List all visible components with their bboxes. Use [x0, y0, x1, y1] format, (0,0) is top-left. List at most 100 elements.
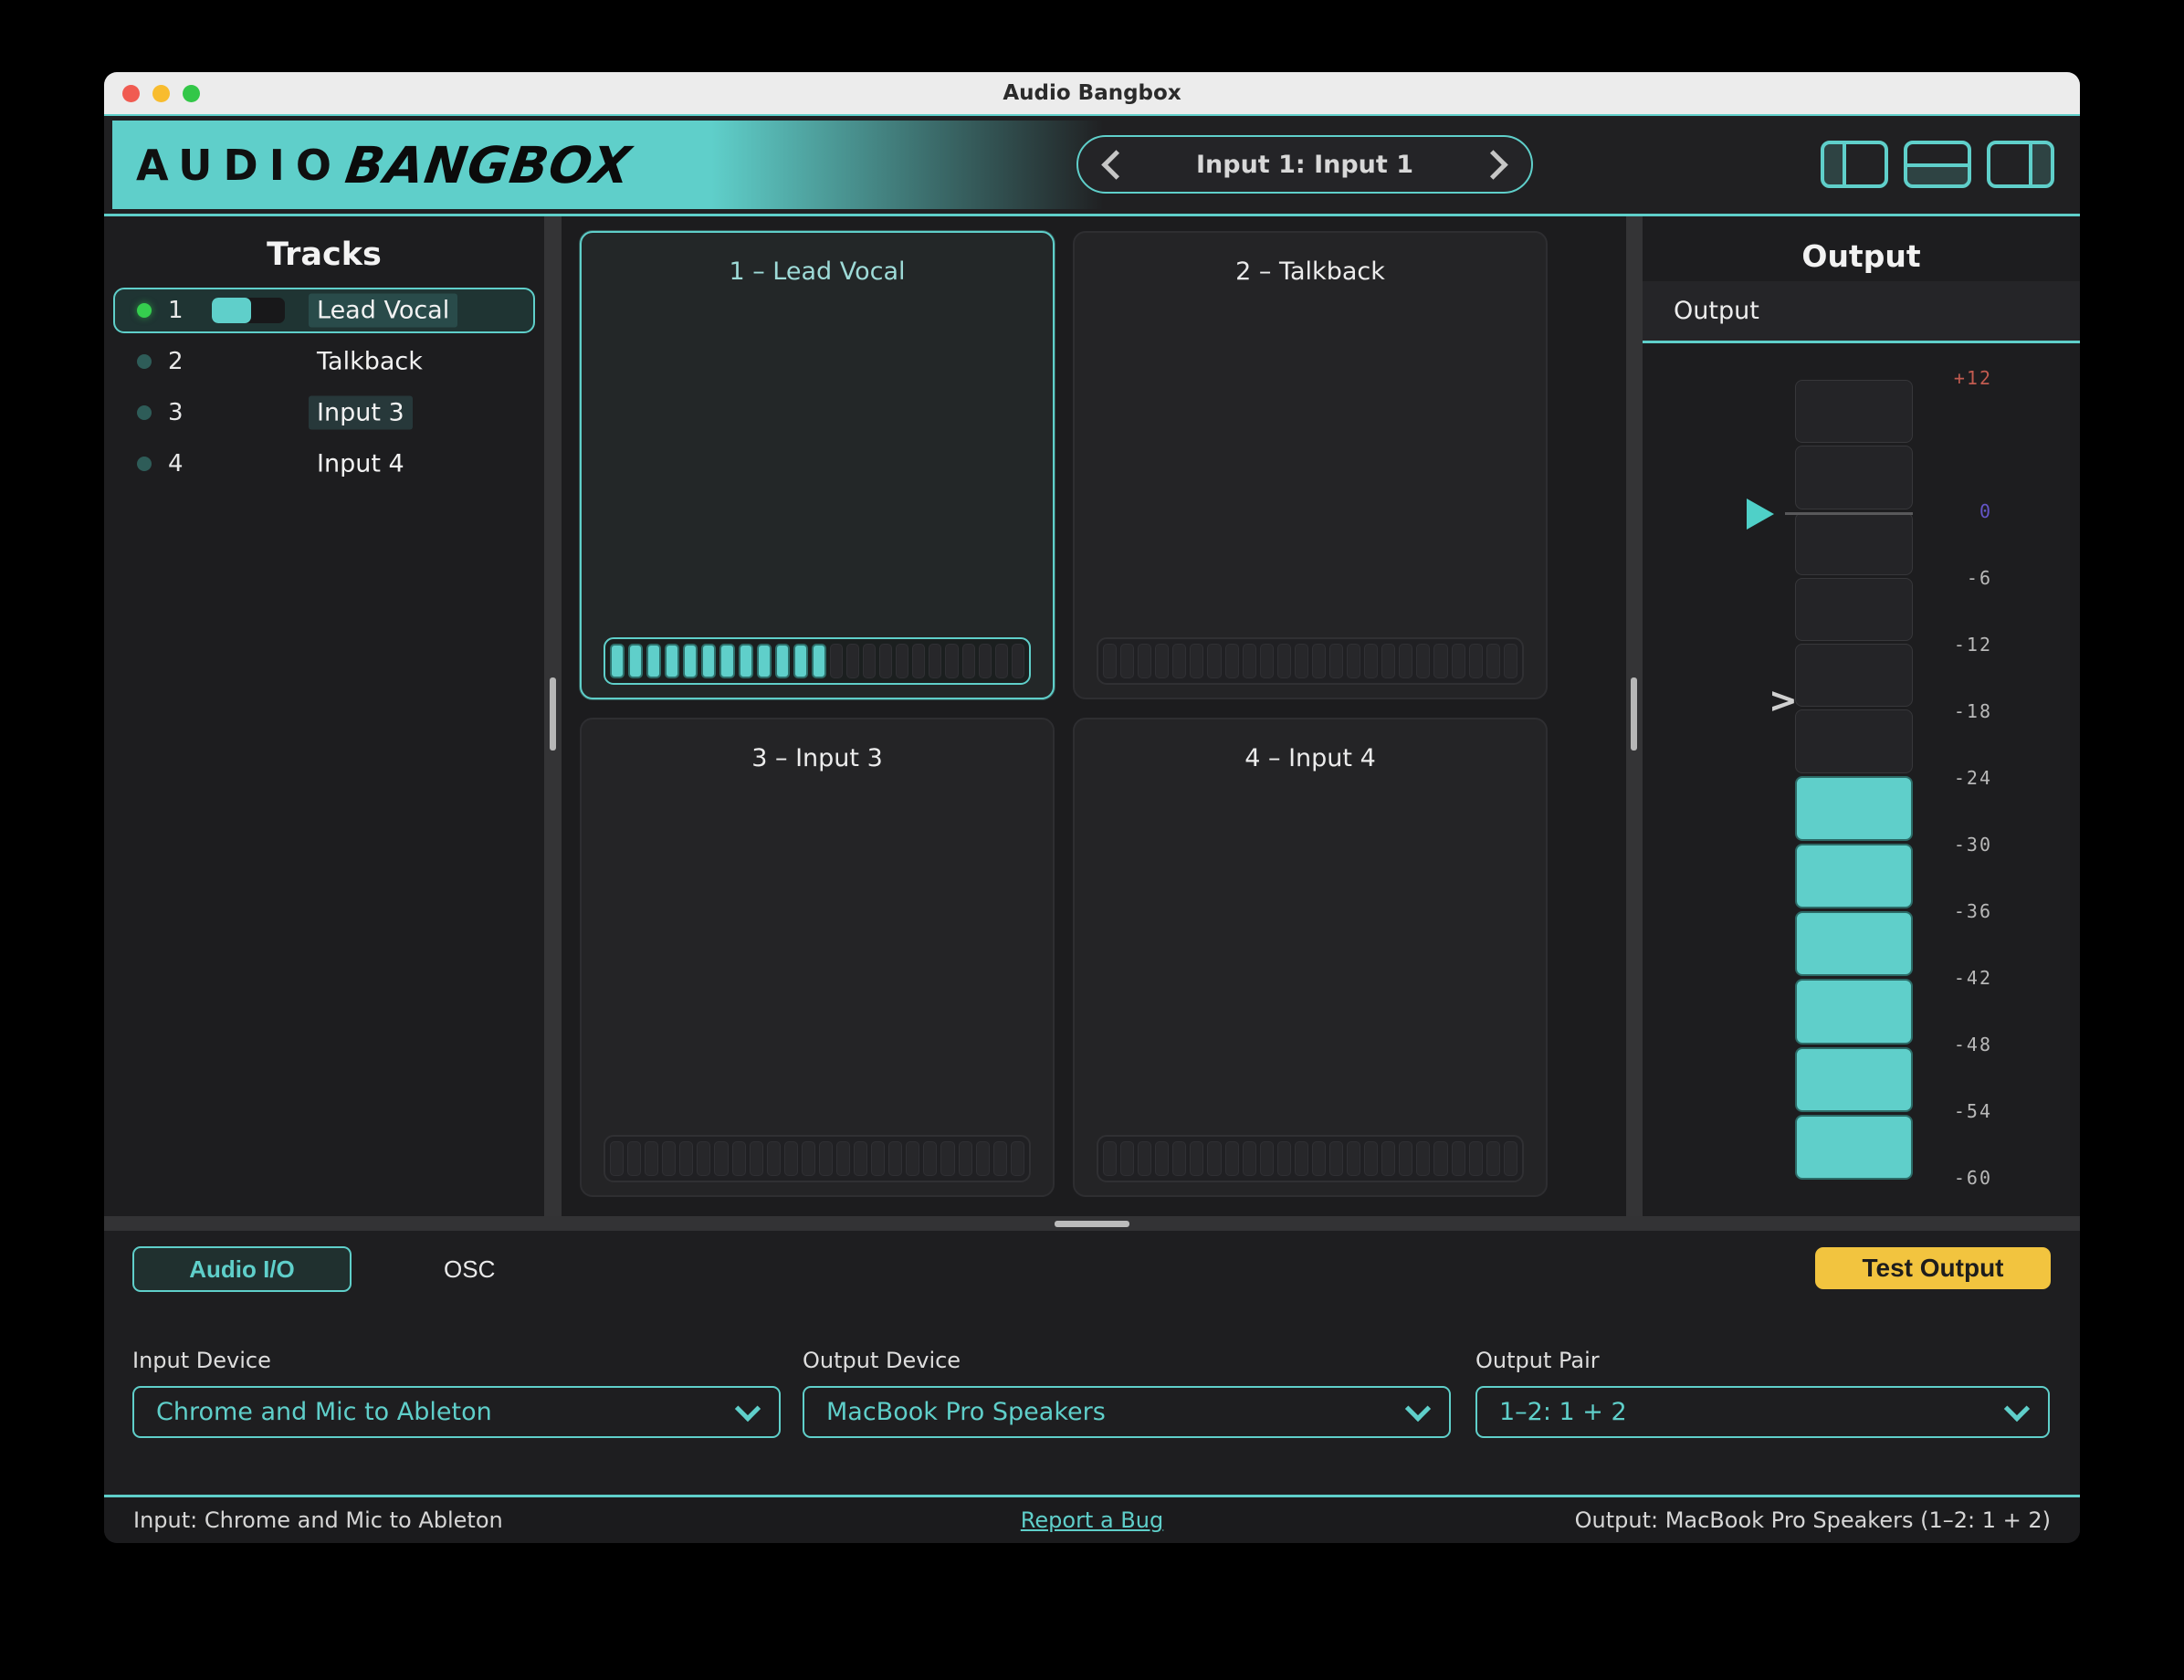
track-indicator[interactable]: [137, 457, 152, 471]
output-meter-segment: [1795, 380, 1913, 443]
icon-divider: [2029, 144, 2032, 184]
meter-segment: [888, 1141, 902, 1176]
status-bar: Input: Chrome and Mic to Ableton Report …: [104, 1495, 2080, 1543]
layout-left-panel-icon[interactable]: [1821, 141, 1888, 188]
meter-segment: [610, 1141, 624, 1176]
meter-segment: [1225, 1141, 1239, 1176]
track-indicator[interactable]: [137, 354, 152, 369]
input-panel[interactable]: 4 – Input 4: [1073, 718, 1548, 1197]
meter-segment: [1207, 1141, 1221, 1176]
db-scale-label: 0: [1910, 500, 1992, 522]
track-name[interactable]: Talkback: [309, 345, 431, 379]
splitter-right[interactable]: [1626, 216, 1643, 1216]
chevron-left-icon[interactable]: [1101, 150, 1131, 180]
meter-segment: [863, 644, 876, 678]
meter-segment: [976, 1141, 990, 1176]
db-scale-label: -42: [1910, 967, 1992, 989]
splitter-grip[interactable]: [1631, 677, 1637, 751]
splitter-left[interactable]: [544, 216, 562, 1216]
record-armed-indicator[interactable]: [137, 303, 152, 318]
meter-segment: [775, 644, 790, 678]
track-name[interactable]: Input 4: [309, 447, 413, 481]
track-row[interactable]: 2Talkback: [113, 339, 535, 384]
output-meter-segment: [1795, 512, 1913, 575]
meter-segment: [683, 644, 698, 678]
tab-osc[interactable]: OSC: [415, 1246, 524, 1292]
output-pair-select[interactable]: 1–2: 1 + 2: [1475, 1386, 2050, 1438]
meter-segment: [732, 1141, 746, 1176]
zoom-button[interactable]: [183, 85, 200, 102]
meter-segment: [819, 1141, 833, 1176]
splitter-grip[interactable]: [550, 677, 556, 751]
level-meter: [604, 637, 1031, 685]
meter-segment: [714, 1141, 728, 1176]
mini-meter-fill: [212, 298, 251, 323]
chevron-right-icon[interactable]: [1478, 150, 1508, 180]
traffic-lights: [122, 72, 200, 114]
meter-segment: [1416, 1141, 1430, 1176]
splitter-bottom[interactable]: [104, 1216, 2080, 1231]
meter-segment: [1120, 644, 1134, 678]
track-row[interactable]: 3Input 3: [113, 390, 535, 436]
minimize-button[interactable]: [152, 85, 170, 102]
track-number: 1: [168, 297, 184, 324]
db-scale-label: +12: [1910, 367, 1992, 389]
meter-segment: [1504, 1141, 1517, 1176]
meter-segment: [1452, 644, 1465, 678]
report-bug-link[interactable]: Report a Bug: [1021, 1507, 1163, 1533]
meter-segment: [662, 1141, 676, 1176]
meter-segment: [1243, 644, 1256, 678]
splitter-grip[interactable]: [1055, 1221, 1129, 1227]
close-button[interactable]: [122, 85, 140, 102]
meter-segment: [679, 1141, 693, 1176]
output-device-label: Output Device: [803, 1348, 1451, 1373]
track-name[interactable]: Input 3: [309, 396, 413, 430]
tab-audio-io[interactable]: Audio I/O: [132, 1246, 352, 1292]
input-panel[interactable]: 1 – Lead Vocal: [580, 231, 1055, 699]
track-row[interactable]: 1 Lead Vocal: [113, 288, 535, 333]
output-tab[interactable]: Output: [1643, 281, 2080, 343]
input-selector[interactable]: Input 1: Input 1: [1076, 135, 1533, 194]
track-list: 1 Lead Vocal 2Talkback 3Input 3 4 Input 4: [104, 288, 544, 487]
meter-segment: [1295, 1141, 1308, 1176]
meter-segment: [993, 1141, 1007, 1176]
meter-segment: [610, 644, 625, 678]
titlebar[interactable]: Audio Bangbox: [104, 72, 2080, 114]
track-name[interactable]: Lead Vocal: [309, 294, 457, 328]
layout-toggle-group: [1821, 141, 2054, 188]
gain-fader-triangle-icon[interactable]: [1747, 499, 1774, 530]
input-panel[interactable]: 3 – Input 3: [580, 718, 1055, 1197]
meter-segment: [1486, 1141, 1500, 1176]
meter-segment: [995, 644, 1008, 678]
meter-segment: [896, 644, 908, 678]
meter-segment: [1381, 644, 1395, 678]
input-device-field: Input Device Chrome and Mic to Ableton: [132, 1348, 781, 1438]
level-marker-chevron-icon[interactable]: >: [1769, 680, 1798, 720]
status-output: Output: MacBook Pro Speakers (1–2: 1 + 2…: [1575, 1507, 2051, 1533]
meter-segment: [1207, 644, 1221, 678]
output-meter-segment: [1795, 776, 1913, 841]
meter-segment: [959, 1141, 972, 1176]
layout-bottom-panel-icon[interactable]: [1904, 141, 1971, 188]
input-device-select[interactable]: Chrome and Mic to Ableton: [132, 1386, 781, 1438]
track-number: 4: [168, 450, 184, 478]
output-meter-segment: [1795, 578, 1913, 641]
meter-segment: [1260, 1141, 1274, 1176]
db-scale-label: -6: [1910, 567, 1992, 589]
track-row[interactable]: 4 Input 4: [113, 441, 535, 487]
tracks-title: Tracks: [104, 236, 544, 273]
meter-segment: [945, 644, 958, 678]
output-meter: [1795, 380, 1913, 1180]
icon-fill: [1824, 144, 1843, 184]
output-meter-segment: [1795, 844, 1913, 908]
test-output-button[interactable]: Test Output: [1815, 1247, 2051, 1289]
track-indicator[interactable]: [137, 405, 152, 420]
input-panel[interactable]: 2 – Talkback: [1073, 231, 1548, 699]
output-meter-segment: [1795, 446, 1913, 509]
chevron-down-icon: [2004, 1395, 2030, 1421]
meter-segment: [802, 1141, 815, 1176]
layout-right-panel-icon[interactable]: [1987, 141, 2054, 188]
output-device-select[interactable]: MacBook Pro Speakers: [803, 1386, 1451, 1438]
meter-segment: [1120, 1141, 1134, 1176]
meter-segment: [871, 1141, 885, 1176]
